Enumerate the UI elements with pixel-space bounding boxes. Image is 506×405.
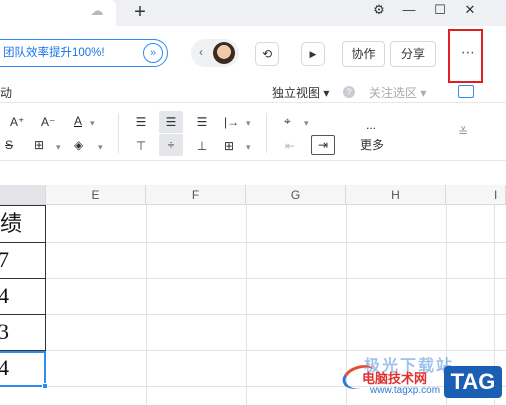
focus-area-menu[interactable]: 关注选区 ▾ [369,84,426,101]
highlight-box [448,29,483,83]
double-chevron-right-icon: » [143,43,163,63]
ribbon: A⁺ A⁻ A ▾ S ⊞ ▾ ◈ ▾ ☰ ☰ ☰ |→ ▾ ⊤ ÷ ⊥ ⊞ ▾… [0,103,506,161]
wrap-text-icon[interactable]: |→ [224,113,239,131]
align-middle-icon[interactable]: ÷ [159,134,183,156]
avatar[interactable] [213,42,235,64]
grid-cell[interactable]: 67 [0,242,46,278]
minimize-button[interactable]: — [396,0,422,20]
font-color-icon[interactable]: A [74,112,82,130]
cloud-icon: ☁ [90,3,104,18]
close-button[interactable]: ✕ [457,0,483,20]
grid-cell[interactable]: 成绩 [0,206,46,242]
tools-row: 动 独立视图 ▾ ? 关注选区 ▾ [0,81,506,103]
column-header[interactable]: E [46,185,146,205]
menu-fragment[interactable]: 动 [0,84,12,101]
tab-bar: ☁ + ⚙ — ☐ ✕ [0,0,506,26]
chevron-down-icon[interactable]: ▾ [56,138,61,156]
promo-banner[interactable]: 团队效率提升100%! » [0,39,168,67]
collaborators-pill[interactable]: ‹ [191,39,239,67]
chevron-down-icon[interactable]: ▾ [98,138,103,156]
notes-icon[interactable] [458,85,474,98]
merge-cells-icon[interactable]: ⊞ [224,137,234,155]
collaborate-button[interactable]: 协作 [342,41,385,67]
watermark-url: www.tagxp.com [370,385,441,396]
maximize-button[interactable]: ☐ [427,0,453,20]
more-label[interactable]: 更多 [360,136,384,154]
chevron-down-icon[interactable]: ▾ [246,138,251,156]
column-header[interactable]: F [146,185,246,205]
grid-line [146,205,147,405]
borders-icon[interactable]: ⊞ [34,136,44,154]
selected-cell-outline [0,351,46,387]
grid-line [0,350,506,351]
help-icon[interactable]: ? [343,86,355,98]
column-header-D[interactable] [0,185,46,205]
column-header[interactable]: H [346,185,446,205]
column-header[interactable]: G [246,185,346,205]
play-button[interactable]: ▶ [301,42,325,66]
grid-cell[interactable]: 84 [0,278,46,314]
chevron-down-icon[interactable]: ▾ [246,114,251,132]
grid-cell[interactable]: 73 [0,314,46,350]
collapse-ribbon-icon[interactable]: ≚ [458,123,468,141]
strikethrough-icon[interactable]: S [5,136,13,154]
column-header[interactable]: I [446,185,506,205]
align-left-icon[interactable]: ☰ [133,113,149,131]
new-tab-button[interactable]: + [131,1,149,23]
font-grow-icon[interactable]: A⁺ [10,113,24,131]
share-button[interactable]: 分享 [390,41,436,67]
align-right-icon[interactable]: ☰ [194,113,210,131]
more-dots-icon[interactable]: ... [366,116,376,134]
align-bottom-icon[interactable]: ⊥ [194,137,210,155]
promo-text: 团队效率提升100%! [3,47,105,59]
divider [266,113,267,153]
decrease-indent-icon[interactable]: ⇤ [285,137,295,155]
grid-line [0,242,506,243]
formula-bar[interactable] [0,161,506,185]
active-tab[interactable]: ☁ [0,0,116,26]
watermark: 极光下载站 电脑技术网 www.tagxp.com TAG [339,352,506,405]
history-button[interactable]: ⟲ [255,42,279,66]
standalone-view-menu[interactable]: 独立视图 ▾ [272,84,329,101]
toolbar: 团队效率提升100%! » ‹ ⟲ ▶ 协作 分享 ⋯ [0,26,506,81]
grid-line [0,278,506,279]
grid-line [0,314,506,315]
settings-icon[interactable]: ⚙ [366,0,392,20]
text-direction-icon[interactable]: ⌖ [284,112,291,130]
font-shrink-icon[interactable]: A⁻ [41,113,55,131]
fill-handle[interactable] [42,383,48,389]
fill-color-icon[interactable]: ◈ [74,136,83,154]
chevron-down-icon[interactable]: ▾ [90,114,95,132]
chevron-left-icon: ‹ [199,45,203,59]
align-center-icon[interactable]: ☰ [159,111,183,133]
divider [118,113,119,153]
chevron-down-icon[interactable]: ▾ [304,114,309,132]
history-icon: ⟲ [261,47,273,61]
grid-line [246,205,247,405]
watermark-tag: TAG [444,366,502,398]
align-top-icon[interactable]: ⊤ [133,137,149,155]
increase-indent-icon[interactable]: ⇥ [311,135,335,155]
play-icon: ▶ [309,49,317,59]
